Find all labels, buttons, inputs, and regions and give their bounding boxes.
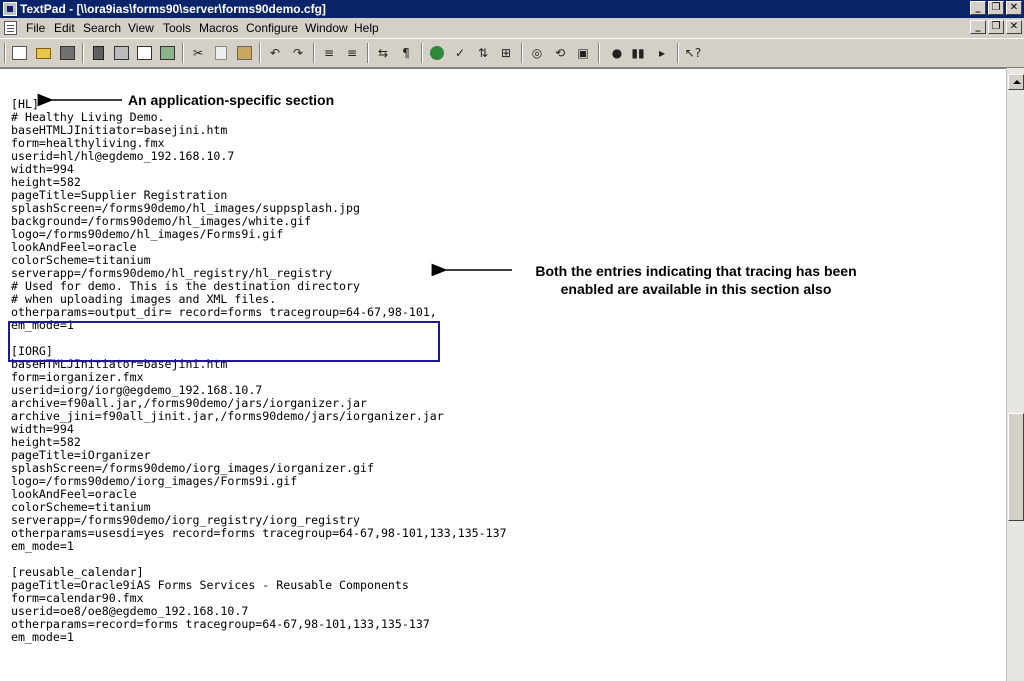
- window-title: TextPad - [\\ora9ias\forms90\server\form…: [20, 2, 326, 16]
- new-file-icon[interactable]: [9, 44, 29, 62]
- open-folder-icon[interactable]: [33, 44, 53, 62]
- code-line[interactable]: archive_jini=f90all_jinit.jar,/forms90de…: [11, 410, 507, 423]
- sort-icon[interactable]: ⇅: [473, 44, 493, 62]
- tracing-annotation: Both the entries indicating that tracing…: [510, 262, 882, 298]
- doc-restore-button[interactable]: ❐: [988, 20, 1004, 34]
- document-icon[interactable]: [4, 21, 17, 35]
- doc-close-button[interactable]: ✕: [1006, 20, 1022, 34]
- toolbar-separator: [521, 43, 523, 63]
- tracing-annotation-line2: enabled are available in this section al…: [560, 281, 832, 297]
- code-line[interactable]: width=994: [11, 423, 507, 436]
- save-all-icon[interactable]: [88, 44, 108, 62]
- play-macro-icon[interactable]: ▮▮: [628, 44, 648, 62]
- find-icon[interactable]: ◎: [527, 44, 547, 62]
- toolbar-separator: [367, 43, 369, 63]
- minimize-button[interactable]: _: [970, 1, 986, 15]
- spell-check-icon[interactable]: ✓: [450, 44, 470, 62]
- compare-icon[interactable]: ⊞: [496, 44, 516, 62]
- menu-help[interactable]: Help: [354, 21, 379, 35]
- toolbar-separator: [313, 43, 315, 63]
- replace-icon[interactable]: ⟲: [550, 44, 570, 62]
- redo-icon[interactable]: ↷: [288, 44, 308, 62]
- browser-icon[interactable]: [427, 44, 447, 62]
- doc-minimize-button[interactable]: _: [970, 20, 986, 34]
- code-line[interactable]: otherparams=usesdi=yes record=forms trac…: [11, 527, 507, 540]
- close-button[interactable]: ✕: [1006, 1, 1022, 15]
- tracing-highlight-box: [8, 321, 440, 362]
- menu-tools[interactable]: Tools: [163, 21, 191, 35]
- paste-icon[interactable]: [234, 44, 254, 62]
- window-controls: _ ❐ ✕: [970, 1, 1022, 15]
- step-icon[interactable]: ▸: [652, 44, 672, 62]
- menu-macros[interactable]: Macros: [199, 21, 238, 35]
- vertical-scrollbar[interactable]: [1006, 68, 1024, 681]
- text-editor[interactable]: [HL] # Healthy Living Demo. baseHTMLJIniti…: [0, 68, 1006, 681]
- outdent-icon[interactable]: ≡: [342, 44, 362, 62]
- undo-icon[interactable]: ↶: [265, 44, 285, 62]
- toolbar-separator: [677, 43, 679, 63]
- section-annotation: An application-specific section: [128, 92, 335, 108]
- code-line[interactable]: em_mode=1: [11, 631, 507, 644]
- save-icon[interactable]: [57, 44, 77, 62]
- toolbar-separator: [182, 43, 184, 63]
- code-line[interactable]: width=994: [11, 163, 507, 176]
- print-preview-icon[interactable]: [134, 44, 154, 62]
- code-line[interactable]: otherparams=output_dir= record=forms tra…: [11, 306, 507, 319]
- menu-edit[interactable]: Edit: [54, 21, 75, 35]
- toolbar-separator: [421, 43, 423, 63]
- scroll-thumb[interactable]: [1008, 413, 1024, 521]
- textpad-app-icon[interactable]: [3, 2, 17, 16]
- menu-view[interactable]: View: [128, 21, 154, 35]
- tracing-annotation-line1: Both the entries indicating that tracing…: [535, 263, 857, 279]
- scroll-up-button[interactable]: [1008, 74, 1024, 90]
- menu-configure[interactable]: Configure: [246, 21, 298, 35]
- toolbar-grip: [4, 43, 6, 63]
- document-controls: _ ❐ ✕: [970, 20, 1022, 34]
- spell-icon[interactable]: [157, 44, 177, 62]
- toolbar: ✂ ↶ ↷ ≡ ≡ ⇆ ¶ ✓ ⇅ ⊞ ◎ ⟲ ▣ ● ▮▮ ▸ ↖?: [0, 38, 1024, 68]
- paragraph-icon[interactable]: ¶: [396, 44, 416, 62]
- toolbar-separator: [259, 43, 261, 63]
- word-wrap-icon[interactable]: ⇆: [373, 44, 393, 62]
- restore-button[interactable]: ❐: [988, 1, 1004, 15]
- cut-icon[interactable]: ✂: [188, 44, 208, 62]
- document-text[interactable]: [HL] # Healthy Living Demo. baseHTMLJIniti…: [11, 98, 507, 644]
- menu-bar: File Edit Search View Tools Macros Confi…: [0, 18, 1024, 38]
- code-line[interactable]: otherparams=record=forms tracegroup=64-6…: [11, 618, 507, 631]
- code-line[interactable]: em_mode=1: [11, 540, 507, 553]
- copy-icon[interactable]: [211, 44, 231, 62]
- find-in-files-icon[interactable]: ▣: [573, 44, 593, 62]
- code-line[interactable]: userid=hl/hl@egdemo_192.168.10.7: [11, 150, 507, 163]
- window-titlebar: TextPad - [\\ora9ias\forms90\server\form…: [0, 0, 1024, 18]
- menu-search[interactable]: Search: [83, 21, 121, 35]
- toolbar-separator: [598, 43, 600, 63]
- print-icon[interactable]: [111, 44, 131, 62]
- indent-icon[interactable]: ≡: [319, 44, 339, 62]
- menu-window[interactable]: Window: [305, 21, 348, 35]
- menu-file[interactable]: File: [26, 21, 45, 35]
- toolbar-separator: [82, 43, 84, 63]
- context-help-icon[interactable]: ↖?: [683, 44, 703, 62]
- record-macro-icon[interactable]: ●: [607, 44, 627, 62]
